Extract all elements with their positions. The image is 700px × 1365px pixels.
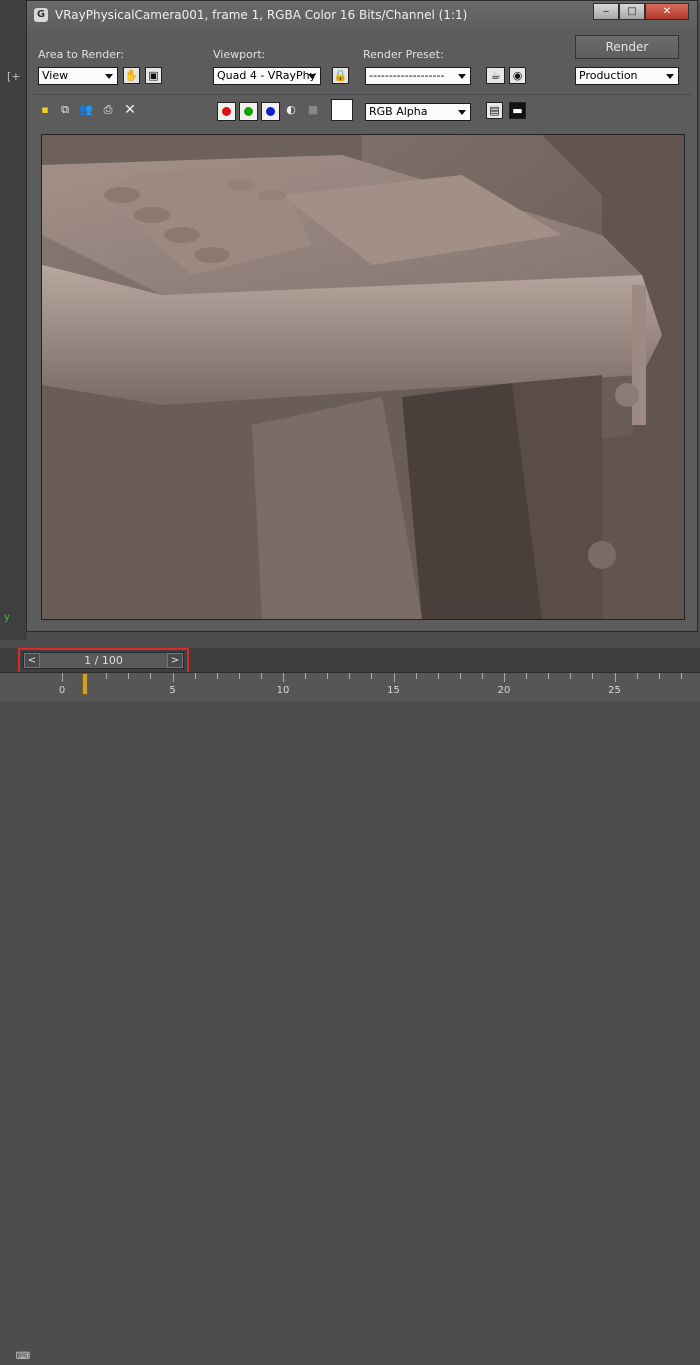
ruler-tick <box>459 673 461 679</box>
ruler-tick <box>62 673 63 682</box>
auto-region-icon[interactable]: ▣ <box>145 67 162 84</box>
clear-icon[interactable]: ✕ <box>123 103 137 117</box>
ruler-tick <box>128 673 130 679</box>
track-bar-ruler[interactable]: ⌨ 0 5 10 15 20 25 <box>0 672 700 1362</box>
channel-value: RGB Alpha <box>369 105 428 118</box>
ruler-tick <box>636 673 638 679</box>
ruler-tick <box>481 673 483 679</box>
ruler-tick <box>592 673 594 679</box>
chevron-down-icon <box>105 74 113 79</box>
clone-icon[interactable]: 👥 <box>79 103 93 117</box>
chevron-down-icon <box>308 74 316 79</box>
area-to-render-dropdown[interactable]: View <box>38 67 118 85</box>
monochrome-icon[interactable]: ■ <box>306 103 320 117</box>
area-to-render-value: View <box>42 69 69 82</box>
ruler-tick <box>349 673 351 679</box>
ruler-tick <box>614 673 616 682</box>
chevron-down-icon <box>458 74 466 79</box>
production-dropdown[interactable]: Production <box>575 67 679 85</box>
ruler-tick-label: 25 <box>608 685 621 696</box>
ruler-tick <box>260 673 262 679</box>
area-to-render-label: Area to Render: <box>38 48 125 61</box>
viewport-menu-label[interactable]: [+ <box>7 70 21 83</box>
toggle-ui-icon[interactable]: ▤ <box>486 102 503 119</box>
ruler-tick <box>548 673 550 679</box>
render-preset-label: Render Preset: <box>363 48 444 61</box>
close-button[interactable]: ✕ <box>645 3 689 20</box>
ruler-tick <box>504 673 505 682</box>
highlight-box <box>18 648 189 675</box>
ruler-tick <box>526 673 528 679</box>
maximize-button[interactable]: □ <box>619 3 645 20</box>
title-bar[interactable]: G VRayPhysicalCamera001, frame 1, RGBA C… <box>27 1 697 31</box>
ruler-tick <box>680 673 682 679</box>
viewport-dropdown[interactable]: Quad 4 - VRayPhy <box>213 67 321 85</box>
rendered-scene <box>42 135 684 619</box>
rendered-frame-window: G VRayPhysicalCamera001, frame 1, RGBA C… <box>26 0 698 632</box>
color-swatch[interactable] <box>331 99 353 121</box>
lock-icon[interactable]: 🔒 <box>332 67 349 84</box>
ruler-tick-label: 10 <box>276 685 290 696</box>
axis-indicator: y <box>4 612 10 623</box>
viewport-label: Viewport: <box>213 48 266 61</box>
print-icon[interactable]: ⎙ <box>101 103 115 117</box>
blue-channel-toggle[interactable] <box>261 102 280 121</box>
edit-region-icon[interactable]: ✋ <box>123 67 140 84</box>
ruler-tick <box>172 673 174 682</box>
alpha-channel-icon[interactable]: ◐ <box>284 103 298 117</box>
green-channel-toggle[interactable] <box>239 102 258 121</box>
minimize-button[interactable]: ‒ <box>593 3 619 20</box>
3ds-max-icon: G <box>34 8 48 22</box>
ruler-track[interactable]: 0 5 10 15 20 25 <box>38 673 700 702</box>
copy-icon[interactable]: ⧉ <box>58 103 72 117</box>
current-frame-marker[interactable] <box>82 673 88 695</box>
ruler-tick <box>216 673 218 679</box>
save-icon[interactable]: ▪ <box>38 103 52 117</box>
environment-icon[interactable]: ◉ <box>509 67 526 84</box>
chevron-down-icon <box>666 74 674 79</box>
window-title: VRayPhysicalCamera001, frame 1, RGBA Col… <box>55 8 468 22</box>
ruler-tick <box>194 673 196 679</box>
ruler-tick <box>150 673 152 679</box>
ruler-tick <box>305 673 307 679</box>
toggle-overlay-icon[interactable]: ▬ <box>509 102 526 119</box>
green-channel-icon <box>244 107 253 116</box>
ruler-tick-label: 20 <box>497 685 511 696</box>
red-channel-icon <box>222 107 231 116</box>
toolbar-divider <box>33 94 691 95</box>
ruler-tick-label: 5 <box>169 685 176 696</box>
ruler-tick <box>371 673 373 679</box>
window-controls: ‒ □ ✕ <box>593 3 689 21</box>
chevron-down-icon <box>458 110 466 115</box>
ruler-tick-label: 0 <box>58 685 66 696</box>
render-preset-dropdown[interactable]: ------------------- <box>365 67 471 85</box>
production-value: Production <box>579 69 638 82</box>
render-setup-icon[interactable]: ☕ <box>486 67 505 84</box>
ruler-tick-label: 15 <box>387 685 400 696</box>
blue-channel-icon <box>266 107 275 116</box>
background-viewport-strip: [+ y <box>0 0 27 640</box>
viewport-value: Quad 4 - VRayPhy <box>217 69 317 82</box>
ruler-tick <box>393 673 395 682</box>
render-preset-value: ------------------- <box>369 69 445 82</box>
channel-dropdown[interactable]: RGB Alpha <box>365 103 471 121</box>
red-channel-toggle[interactable] <box>217 102 236 121</box>
ruler-tick <box>415 673 417 679</box>
ruler-tick <box>327 673 329 679</box>
render-button[interactable]: Render <box>575 35 679 59</box>
ruler-tick <box>106 673 108 679</box>
ruler-tick <box>437 673 439 679</box>
ruler-tick <box>658 673 660 679</box>
key-filter-icon[interactable]: ⌨ <box>14 1351 32 1365</box>
ruler-tick <box>238 673 240 679</box>
ruler-tick <box>570 673 572 679</box>
render-output-image <box>41 134 685 620</box>
ruler-tick <box>283 673 284 682</box>
